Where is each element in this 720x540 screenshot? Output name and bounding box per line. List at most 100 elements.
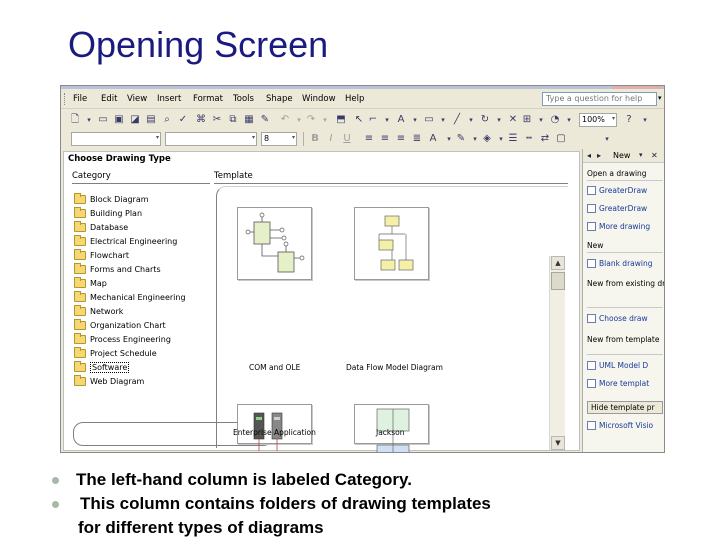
menu-shape[interactable]: Shape bbox=[266, 94, 293, 104]
choose-drawing-link[interactable]: Choose draw bbox=[587, 314, 648, 323]
help-icon[interactable]: ? bbox=[623, 114, 635, 126]
help-search-input[interactable]: Type a question for help bbox=[542, 92, 657, 106]
rotate-dropdown-icon[interactable]: ▾ bbox=[493, 114, 505, 126]
menu-tools[interactable]: Tools bbox=[233, 94, 254, 104]
category-item[interactable]: Mechanical Engineering bbox=[74, 290, 214, 304]
bold-icon[interactable]: B bbox=[309, 133, 321, 145]
close-icon[interactable]: ✕ bbox=[651, 151, 658, 160]
category-item[interactable]: Organization Chart bbox=[74, 318, 214, 332]
category-item[interactable]: Database bbox=[74, 220, 214, 234]
menu-insert[interactable]: Insert bbox=[157, 94, 181, 104]
menu-file[interactable]: File bbox=[73, 94, 87, 104]
menu-edit[interactable]: Edit bbox=[101, 94, 117, 104]
fill-color-icon[interactable]: ◈ bbox=[481, 133, 493, 145]
shapes-icon[interactable]: ⬒ bbox=[335, 114, 347, 126]
text-dropdown-icon[interactable]: ▾ bbox=[409, 114, 421, 126]
category-item[interactable]: Flowchart bbox=[74, 248, 214, 262]
print-preview-icon[interactable]: ⌕ bbox=[161, 114, 173, 126]
format-painter-icon[interactable]: ✎ bbox=[259, 114, 271, 126]
line-color-icon[interactable]: ✎ bbox=[455, 133, 467, 145]
paste-icon[interactable]: ▦ bbox=[243, 114, 255, 126]
line-pattern-icon[interactable]: ┅ bbox=[523, 133, 535, 145]
template-thumbnail-com-ole[interactable] bbox=[237, 207, 312, 280]
new-dropdown-icon[interactable]: ▾ bbox=[83, 114, 95, 126]
category-item[interactable]: Web Diagram bbox=[74, 374, 214, 388]
rectangle-dropdown-icon[interactable]: ▾ bbox=[437, 114, 449, 126]
font-select[interactable]: ▾ bbox=[165, 132, 257, 146]
template-thumbnail-enterprise[interactable] bbox=[237, 404, 312, 451]
justify-icon[interactable]: ≣ bbox=[411, 133, 423, 145]
shadow-color-icon[interactable]: ▢ bbox=[555, 133, 567, 145]
category-item[interactable]: Project Schedule bbox=[74, 346, 214, 360]
menu-help[interactable]: Help bbox=[345, 94, 364, 104]
line-weight-icon[interactable]: ☰ bbox=[507, 133, 519, 145]
category-item[interactable]: Map bbox=[74, 276, 214, 290]
fill-color-dropdown-icon[interactable]: ▾ bbox=[495, 133, 507, 145]
category-item[interactable]: Process Engineering bbox=[74, 332, 214, 346]
open-icon[interactable]: ▭ bbox=[97, 114, 109, 126]
stencils-dropdown-icon[interactable]: ▾ bbox=[563, 114, 575, 126]
recent-drawing-link[interactable]: GreaterDraw bbox=[587, 186, 647, 195]
uml-template-link[interactable]: UML Model D bbox=[587, 361, 648, 370]
layers-icon[interactable]: ⊞ bbox=[521, 114, 533, 126]
category-item[interactable]: Forms and Charts bbox=[74, 262, 214, 276]
blank-drawing-link[interactable]: Blank drawing bbox=[587, 259, 652, 268]
zoom-select[interactable]: 100% ▾ bbox=[579, 113, 617, 127]
line-tool-icon[interactable]: ╱ bbox=[451, 114, 463, 126]
rectangle-icon[interactable]: ▭ bbox=[423, 114, 435, 126]
rotate-icon[interactable]: ↻ bbox=[479, 114, 491, 126]
template-thumbnail-data-flow[interactable] bbox=[354, 207, 429, 280]
italic-icon[interactable]: I bbox=[325, 133, 337, 145]
line-dropdown-icon[interactable]: ▾ bbox=[465, 114, 477, 126]
text-color-icon[interactable]: A bbox=[427, 133, 439, 145]
text-tool-icon[interactable]: A bbox=[395, 114, 407, 126]
category-item-selected[interactable]: Software bbox=[74, 360, 214, 374]
copy-icon[interactable]: ⧉ bbox=[227, 114, 239, 126]
font-size-select[interactable]: 8 ▾ bbox=[261, 132, 297, 146]
print-icon[interactable]: ▤ bbox=[145, 114, 157, 126]
task-pane-menu-icon[interactable]: ▾ bbox=[639, 151, 643, 159]
back-icon[interactable]: ◂ bbox=[587, 151, 591, 160]
visio-online-link[interactable]: Microsoft Visio bbox=[587, 421, 653, 430]
undo-dropdown-icon[interactable]: ▾ bbox=[293, 114, 305, 126]
menu-window[interactable]: Window bbox=[302, 94, 336, 104]
forward-icon[interactable]: ▸ bbox=[597, 151, 601, 160]
line-ends-icon[interactable]: ⇄ bbox=[539, 133, 551, 145]
menu-format[interactable]: Format bbox=[193, 94, 223, 104]
new-document-icon[interactable]: 🗋 bbox=[69, 114, 81, 126]
category-item[interactable]: Network bbox=[74, 304, 214, 318]
template-thumbnail-jackson[interactable] bbox=[354, 404, 429, 452]
template-scrollbar[interactable]: ▲ ▼ bbox=[549, 256, 565, 450]
pointer-icon[interactable]: ↖ bbox=[353, 114, 365, 126]
category-item[interactable]: Electrical Engineering bbox=[74, 234, 214, 248]
redo-icon[interactable]: ↷ bbox=[305, 114, 317, 126]
cut-icon[interactable]: ✂ bbox=[211, 114, 223, 126]
connector-dropdown-icon[interactable]: ▾ bbox=[381, 114, 393, 126]
menu-view[interactable]: View bbox=[127, 94, 147, 104]
align-center-icon[interactable]: ≡ bbox=[379, 133, 391, 145]
layers-dropdown-icon[interactable]: ▾ bbox=[535, 114, 547, 126]
research-icon[interactable]: ⌘ bbox=[195, 114, 207, 126]
formatting-options-icon[interactable]: ▾ bbox=[601, 133, 613, 145]
save-icon[interactable]: ▣ bbox=[113, 114, 125, 126]
scroll-up-icon[interactable]: ▲ bbox=[551, 256, 565, 270]
more-drawings-link[interactable]: More drawing bbox=[587, 222, 650, 231]
undo-icon[interactable]: ↶ bbox=[279, 114, 291, 126]
underline-icon[interactable]: U bbox=[341, 133, 353, 145]
align-right-icon[interactable]: ≡ bbox=[395, 133, 407, 145]
text-color-dropdown-icon[interactable]: ▾ bbox=[443, 133, 455, 145]
recent-drawing-link[interactable]: GreaterDraw bbox=[587, 204, 647, 213]
line-color-dropdown-icon[interactable]: ▾ bbox=[469, 133, 481, 145]
spelling-icon[interactable]: ✓ bbox=[177, 114, 189, 126]
stencils-icon[interactable]: ◔ bbox=[549, 114, 561, 126]
connection-point-icon[interactable]: ✕ bbox=[507, 114, 519, 126]
align-left-icon[interactable]: ≡ bbox=[363, 133, 375, 145]
scroll-down-icon[interactable]: ▼ bbox=[551, 436, 565, 450]
scroll-thumb[interactable] bbox=[551, 272, 565, 290]
help-dropdown-icon[interactable]: ▾ bbox=[658, 94, 662, 102]
permission-icon[interactable]: ◪ bbox=[129, 114, 141, 126]
toolbar-options-icon[interactable]: ▾ bbox=[639, 114, 651, 126]
connector-icon[interactable]: ⌐ bbox=[367, 114, 379, 126]
style-select[interactable]: ▾ bbox=[71, 132, 161, 146]
more-templates-link[interactable]: More templat bbox=[587, 379, 649, 388]
